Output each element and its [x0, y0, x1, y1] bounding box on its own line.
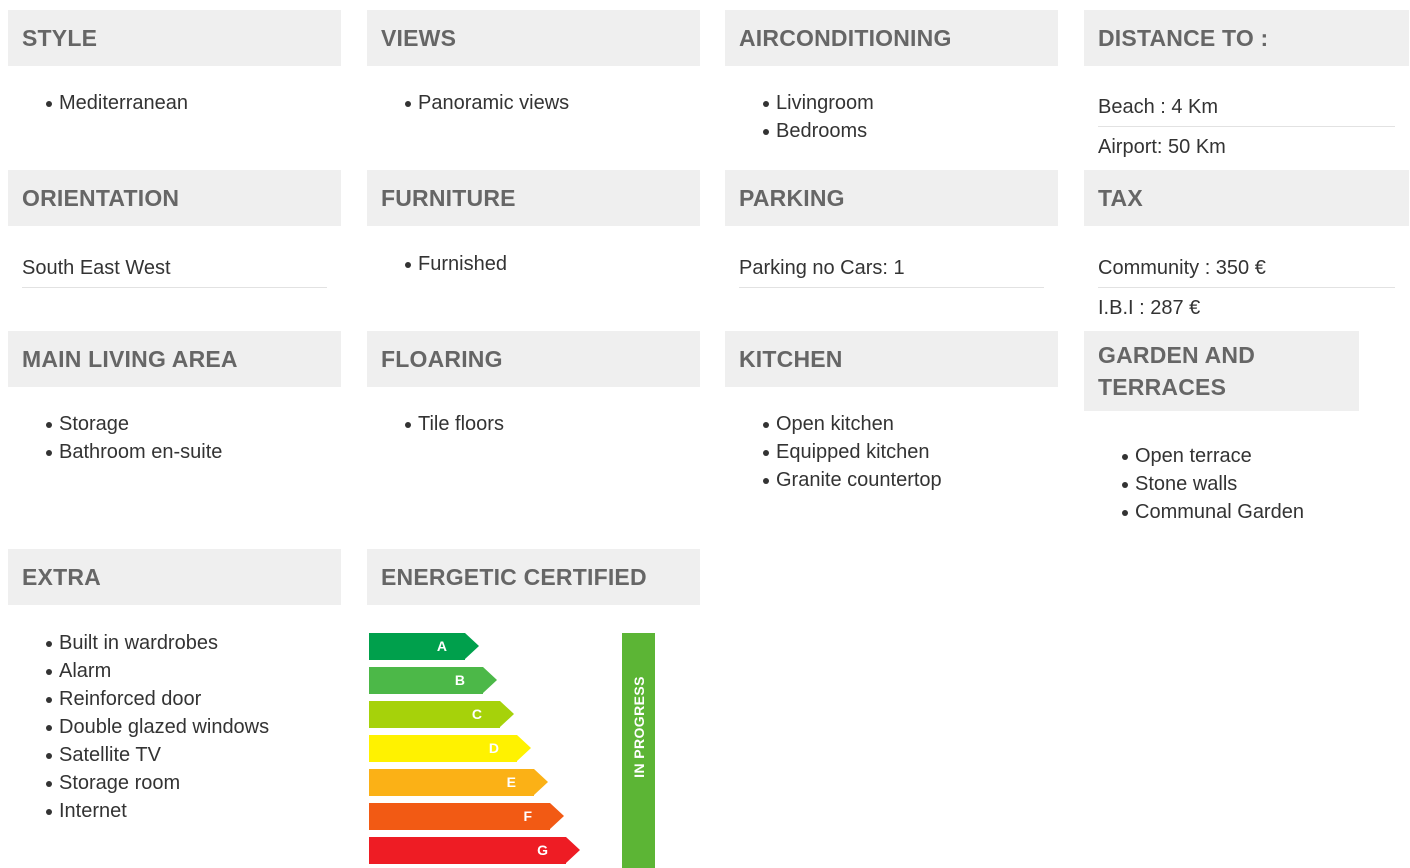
tax-header: TAX: [1084, 170, 1409, 226]
list-item: Internet: [8, 797, 341, 825]
energy-status-bar: IN PROGRESS: [622, 633, 655, 868]
energy-bar-e: E: [369, 769, 548, 796]
style-section: STYLE Mediterranean: [8, 10, 341, 117]
energy-label-d: D: [488, 740, 499, 756]
list-item: Storage: [8, 410, 341, 438]
list-item: Tile floors: [367, 410, 700, 438]
energy-label-f: F: [523, 808, 532, 824]
distance-row-beach: Beach : 4 Km: [1098, 87, 1395, 127]
extra-list: Built in wardrobes Alarm Reinforced door…: [8, 629, 341, 825]
energetic-header: ENERGETIC CERTIFIED: [367, 549, 700, 605]
energy-bar-g: G: [369, 837, 580, 864]
energy-bar-a: A: [369, 633, 479, 660]
bar-arrow-tip: [500, 701, 514, 727]
energy-bar-f: F: [369, 803, 564, 830]
main-living-list: Storage Bathroom en-suite: [8, 410, 341, 466]
energy-label-g: G: [537, 842, 548, 858]
energy-bar-d: D: [369, 735, 531, 762]
main-living-header: MAIN LIVING AREA: [8, 331, 341, 387]
bar-arrow-tip: [483, 667, 497, 693]
tax-section: TAX Community : 350 € I.B.I : 287 €: [1084, 170, 1409, 328]
list-item: Reinforced door: [8, 685, 341, 713]
orientation-section: ORIENTATION South East West: [8, 170, 341, 288]
garden-list: Open terrace Stone walls Communal Garden: [1084, 442, 1409, 526]
list-item: Mediterranean: [8, 89, 341, 117]
orientation-header: ORIENTATION: [8, 170, 341, 226]
parking-header: PARKING: [725, 170, 1058, 226]
airconditioning-list: Livingroom Bedrooms: [725, 89, 1058, 145]
energy-label-e: E: [506, 774, 516, 790]
distance-header: DISTANCE TO :: [1084, 10, 1409, 66]
bar-arrow-tip: [517, 735, 531, 761]
furniture-list: Furnished: [367, 250, 700, 278]
flooring-header: FLOARING: [367, 331, 700, 387]
list-item: Storage room: [8, 769, 341, 797]
garden-section: GARDEN AND TERRACES Open terrace Stone w…: [1084, 331, 1409, 526]
energy-bar-c: C: [369, 701, 514, 728]
furniture-section: FURNITURE Furnished: [367, 170, 700, 278]
list-item: Open kitchen: [725, 410, 1058, 438]
list-item: Communal Garden: [1084, 498, 1409, 526]
distance-row-airport: Airport: 50 Km: [1098, 136, 1226, 158]
bar-arrow-tip: [550, 803, 564, 829]
views-header: VIEWS: [367, 10, 700, 66]
style-header: STYLE: [8, 10, 341, 66]
distance-section: DISTANCE TO : Beach : 4 Km Airport: 50 K…: [1084, 10, 1409, 167]
airconditioning-header: AIRCONDITIONING: [725, 10, 1058, 66]
kitchen-section: KITCHEN Open kitchen Equipped kitchen Gr…: [725, 331, 1058, 494]
orientation-row: South East West: [22, 248, 327, 288]
list-item: Double glazed windows: [8, 713, 341, 741]
energy-label-a: A: [436, 638, 447, 654]
energy-status-label: IN PROGRESS: [630, 676, 647, 778]
list-item: Built in wardrobes: [8, 629, 341, 657]
bar-arrow-tip: [465, 633, 479, 659]
flooring-section: FLOARING Tile floors: [367, 331, 700, 438]
list-item: Bedrooms: [725, 117, 1058, 145]
energetic-section: ENERGETIC CERTIFIED: [367, 549, 700, 605]
energy-label-b: B: [454, 672, 465, 688]
flooring-list: Tile floors: [367, 410, 700, 438]
extra-section: EXTRA Built in wardrobes Alarm Reinforce…: [8, 549, 341, 825]
list-item: Satellite TV: [8, 741, 341, 769]
main-living-section: MAIN LIVING AREA Storage Bathroom en-sui…: [8, 331, 341, 466]
bar-arrow-tip: [566, 837, 580, 863]
parking-row: Parking no Cars: 1: [739, 248, 1044, 288]
list-item: Bathroom en-suite: [8, 438, 341, 466]
kitchen-header: KITCHEN: [725, 331, 1058, 387]
energy-bar-b: B: [369, 667, 497, 694]
list-item: Granite countertop: [725, 466, 1058, 494]
list-item: Alarm: [8, 657, 341, 685]
parking-section: PARKING Parking no Cars: 1: [725, 170, 1058, 288]
style-list: Mediterranean: [8, 89, 341, 117]
list-item: Panoramic views: [367, 89, 700, 117]
bar-arrow-tip: [534, 769, 548, 795]
energy-label-c: C: [471, 706, 482, 722]
list-item: Equipped kitchen: [725, 438, 1058, 466]
garden-header: GARDEN AND TERRACES: [1084, 331, 1359, 411]
list-item: Open terrace: [1084, 442, 1409, 470]
extra-header: EXTRA: [8, 549, 341, 605]
furniture-header: FURNITURE: [367, 170, 700, 226]
list-item: Stone walls: [1084, 470, 1409, 498]
list-item: Livingroom: [725, 89, 1058, 117]
tax-row-community: Community : 350 €: [1098, 248, 1395, 288]
list-item: Furnished: [367, 250, 700, 278]
tax-row-ibi: I.B.I : 287 €: [1098, 297, 1201, 319]
views-list: Panoramic views: [367, 89, 700, 117]
kitchen-list: Open kitchen Equipped kitchen Granite co…: [725, 410, 1058, 494]
airconditioning-section: AIRCONDITIONING Livingroom Bedrooms: [725, 10, 1058, 145]
views-section: VIEWS Panoramic views: [367, 10, 700, 117]
